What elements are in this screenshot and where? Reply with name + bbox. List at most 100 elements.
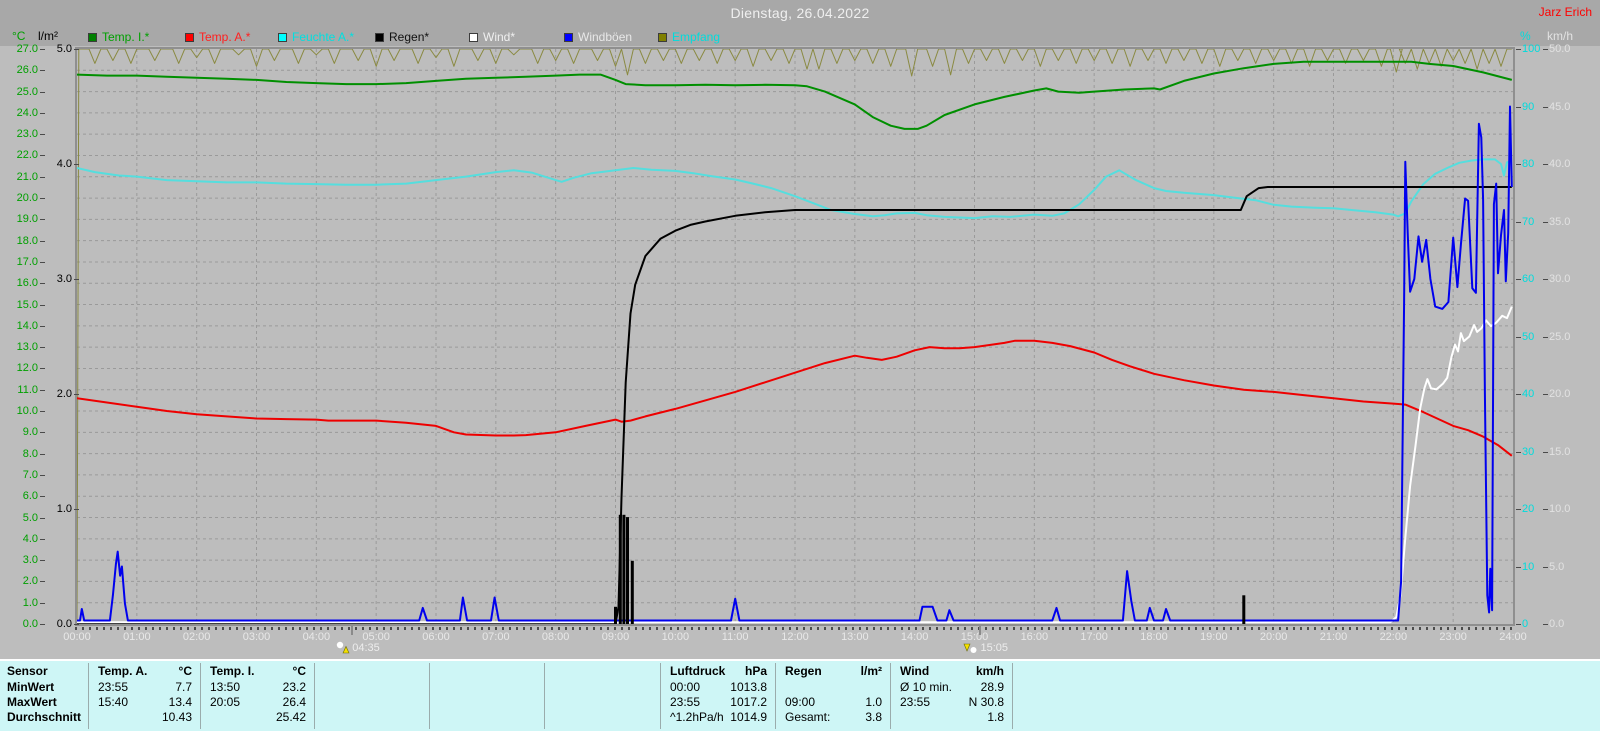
column-unit: °C (178, 664, 192, 678)
plot-area (75, 47, 1515, 626)
lm2-axis-label: 0.0 (56, 618, 72, 630)
axis-tick (40, 517, 45, 519)
axis-tick (40, 70, 45, 72)
column-unit: km/h (975, 664, 1004, 678)
c-axis-label: 19.0 (16, 213, 38, 226)
c-axis-label: 1.0 (22, 596, 38, 609)
stats-column-regen: Regen l/m² 09:00 1.0 Gesamt: 3.8 (775, 661, 890, 731)
c-axis-label: 15.0 (16, 298, 38, 311)
x-axis-label: 23:00 (1439, 631, 1467, 643)
stat-time: 20:05 (210, 695, 241, 709)
legend-swatch-icon (375, 33, 384, 42)
kmh-axis-label: 0.0 (1549, 618, 1565, 630)
x-axis-label: 18:00 (1140, 631, 1168, 643)
axis-tick (1516, 279, 1521, 280)
x-axis-label: 03:00 (242, 631, 271, 643)
kmh-axis-label: 45.0 (1549, 100, 1571, 113)
axis-tick (1516, 49, 1521, 50)
stats-column-empty (429, 661, 544, 731)
legend-item-feuchtea: Feuchte A.* (278, 30, 355, 44)
c-axis-label: 10.0 (16, 405, 38, 418)
c-axis-label: 8.0 (22, 447, 38, 460)
axis-tick (40, 91, 45, 93)
rain-interval-bar (626, 517, 629, 624)
stats-row-label: MaxWert (7, 695, 57, 709)
axis-tick (1516, 221, 1521, 223)
legend-swatch-icon (185, 33, 194, 42)
stat-time: 15:40 (98, 695, 129, 709)
x-axis-label: 09:00 (601, 631, 630, 643)
stat-value: 1017.2 (730, 695, 767, 709)
rain-interval-bar (1242, 595, 1246, 625)
x-axis-label: 11:00 (721, 631, 749, 643)
kmh-axis-label: 40.0 (1549, 158, 1571, 170)
x-axis-label: 16:00 (1020, 631, 1049, 643)
stats-row-label: MinWert (7, 680, 55, 694)
axis-tick (1516, 336, 1521, 338)
axis-tick (40, 453, 45, 455)
axis-unit-kmh: km/h (1547, 29, 1574, 43)
stat-value: 26.4 (282, 695, 306, 709)
axis-tick (40, 304, 45, 306)
column-divider (200, 663, 201, 729)
axis-tick (74, 164, 79, 165)
stat-value: 1.0 (865, 695, 882, 709)
rain-interval-bar (618, 514, 622, 625)
column-divider (88, 663, 89, 729)
rain-interval-bar (630, 560, 634, 625)
c-axis-label: 27.0 (16, 43, 38, 55)
kmh-axis-label: 30.0 (1549, 273, 1571, 285)
stat-value: 1.8 (987, 710, 1004, 724)
column-header: Regen (785, 664, 822, 678)
sun-up-icon (337, 641, 350, 654)
column-header: Luftdruck (670, 664, 726, 678)
axis-tick (40, 134, 45, 136)
stats-row-label: Sensor (7, 664, 48, 678)
axis-tick (1516, 164, 1521, 165)
series-tempa (76, 339, 1513, 457)
stats-table: Sensor MinWert MaxWert Durchschnitt Temp. A… (0, 659, 1600, 731)
stats-column-tempi: Temp. I. °C 13:50 23.2 20:05 26.4 25.42 (200, 661, 314, 731)
axis-tick (1543, 279, 1548, 280)
series-regen (77, 186, 1512, 625)
legend-label: Feuchte A.* (292, 30, 355, 44)
stat-time: 09:00 (785, 695, 816, 709)
axis-tick (1516, 451, 1521, 453)
axis-tick (1543, 509, 1548, 510)
axis-tick (40, 112, 45, 114)
column-unit: °C (292, 664, 306, 678)
legend-label: Regen* (389, 30, 430, 44)
c-axis-label: 9.0 (22, 426, 38, 439)
series-tempi (76, 60, 1513, 130)
column-header: Temp. A. (98, 664, 148, 678)
axis-tick (1543, 566, 1548, 568)
c-axis-label: 6.0 (22, 490, 38, 503)
axis-tick (40, 261, 45, 263)
legend-label: Empfang (672, 30, 721, 44)
stat-time: 00:00 (670, 680, 701, 694)
c-axis-label: 17.0 (16, 255, 38, 268)
axis-tick (40, 240, 45, 242)
lm2-axis-label: 4.0 (56, 158, 72, 170)
x-axis-label: 14:00 (900, 631, 929, 643)
column-divider (660, 663, 661, 729)
axis-tick (1516, 624, 1521, 625)
lm2-axis-label: 2.0 (56, 388, 72, 400)
stat-time: Gesamt: (785, 710, 831, 724)
legend-swatch-icon (469, 33, 478, 42)
stat-value: 10.43 (161, 710, 192, 724)
kmh-axis-label: 25.0 (1549, 330, 1571, 343)
marker-tick (351, 626, 354, 635)
stat-time: ^1.2hPa/h (670, 710, 724, 724)
legend-item-empfang: Empfang (658, 30, 721, 44)
legend-swatch-icon (278, 33, 287, 42)
axis-tick (40, 347, 45, 349)
column-unit: l/m² (860, 664, 882, 678)
kmh-axis-label: 5.0 (1549, 560, 1565, 573)
c-axis-label: 23.0 (16, 128, 38, 141)
x-axis-label: 02:00 (182, 631, 211, 643)
stat-time: Ø 10 min. (900, 680, 953, 694)
axis-tick (1543, 451, 1548, 453)
legend-swatch-icon (658, 33, 667, 42)
axis-tick (74, 509, 79, 510)
